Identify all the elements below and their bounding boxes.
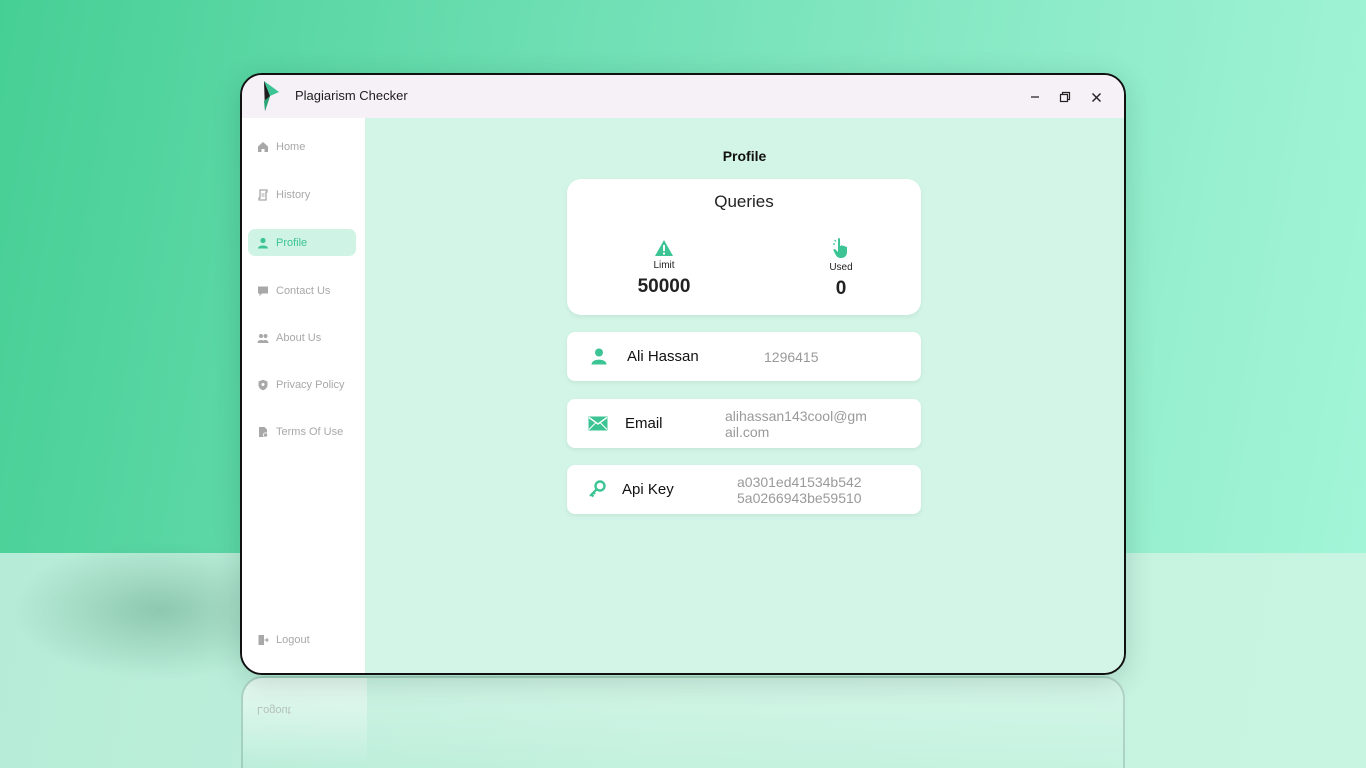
- user-name: Ali Hassan: [627, 348, 699, 365]
- email-value-line-1: alihassan143cool@gm: [725, 408, 867, 424]
- close-button[interactable]: [1084, 85, 1108, 109]
- sidebar-item-label: Home: [276, 140, 306, 153]
- api-key-label: Api Key: [622, 481, 674, 498]
- minimize-button[interactable]: [1023, 85, 1047, 109]
- sidebar-item-home[interactable]: Home: [248, 133, 356, 160]
- limit-stat: Limit 50000: [614, 239, 714, 298]
- group-icon: [256, 331, 270, 345]
- pointer-hand-icon: [833, 238, 847, 258]
- close-icon: [1091, 92, 1101, 102]
- logout-label: Logout: [276, 633, 310, 646]
- title-bar[interactable]: Plagiarism Checker: [242, 75, 1124, 118]
- used-label: Used: [829, 262, 853, 273]
- home-icon: [256, 140, 270, 154]
- warning-icon: [655, 240, 673, 256]
- limit-label: Limit: [653, 260, 675, 271]
- reflection-text: Logout: [257, 704, 291, 716]
- queries-card: Queries Limit 50000 Used 0: [567, 179, 921, 315]
- app-logo-icon: [264, 81, 279, 111]
- email-value-line-2: ail.com: [725, 424, 770, 440]
- key-icon: [589, 480, 606, 498]
- app-window: Plagiarism Checker Home History Profile …: [240, 73, 1126, 675]
- used-stat: Used 0: [791, 237, 891, 300]
- restore-button[interactable]: [1053, 85, 1077, 109]
- email-card: Email alihassan143cool@gm ail.com: [567, 399, 921, 448]
- logout-button[interactable]: Logout: [248, 626, 356, 653]
- document-icon: [256, 425, 270, 439]
- mail-icon: [588, 416, 608, 431]
- limit-value: 50000: [637, 276, 691, 297]
- sidebar-item-label: Contact Us: [276, 284, 331, 297]
- sidebar-item-privacy-policy[interactable]: Privacy Policy: [248, 371, 356, 398]
- sidebar-item-profile[interactable]: Profile: [248, 229, 356, 256]
- api-key-value-line-2: 5a0266943be59510: [737, 490, 862, 506]
- api-key-card: Api Key a0301ed41534b542 5a0266943be5951…: [567, 465, 921, 514]
- minimize-icon: [1031, 96, 1039, 98]
- sidebar-item-label: History: [276, 188, 311, 201]
- sidebar-item-terms-of-use[interactable]: Terms Of Use: [248, 418, 356, 445]
- profile-main-content: Profile Queries Limit 50000 Used 0 Ali H…: [365, 118, 1124, 673]
- logout-icon: [256, 633, 270, 647]
- restore-icon: [1059, 91, 1071, 103]
- sidebar-item-contact-us[interactable]: Contact Us: [248, 277, 356, 304]
- sidebar: Home History Profile Contact Us About Us: [242, 118, 365, 673]
- queries-title: Queries: [714, 192, 774, 211]
- used-value: 0: [835, 278, 847, 299]
- history-icon: [256, 188, 270, 202]
- sidebar-item-history[interactable]: History: [248, 181, 356, 208]
- window-reflection: Logout: [241, 676, 1125, 768]
- sidebar-item-label: Privacy Policy: [276, 378, 345, 391]
- sidebar-item-label: Terms Of Use: [276, 425, 344, 438]
- user-id: 1296415: [764, 349, 819, 365]
- email-value: alihassan143cool@gm ail.com: [725, 408, 867, 440]
- shield-icon: [256, 378, 270, 392]
- user-icon: [256, 236, 270, 250]
- app-title: Plagiarism Checker: [295, 88, 408, 103]
- sidebar-item-label: About Us: [276, 331, 322, 344]
- email-label: Email: [625, 415, 663, 432]
- chat-icon: [256, 284, 270, 298]
- name-card: Ali Hassan 1296415: [567, 332, 921, 381]
- api-key-value-line-1: a0301ed41534b542: [737, 474, 862, 490]
- api-key-value: a0301ed41534b542 5a0266943be59510: [737, 474, 862, 506]
- sidebar-item-label: Profile: [276, 236, 308, 249]
- sidebar-item-about-us[interactable]: About Us: [248, 324, 356, 351]
- page-title: Profile: [722, 148, 767, 164]
- user-icon: [591, 348, 607, 365]
